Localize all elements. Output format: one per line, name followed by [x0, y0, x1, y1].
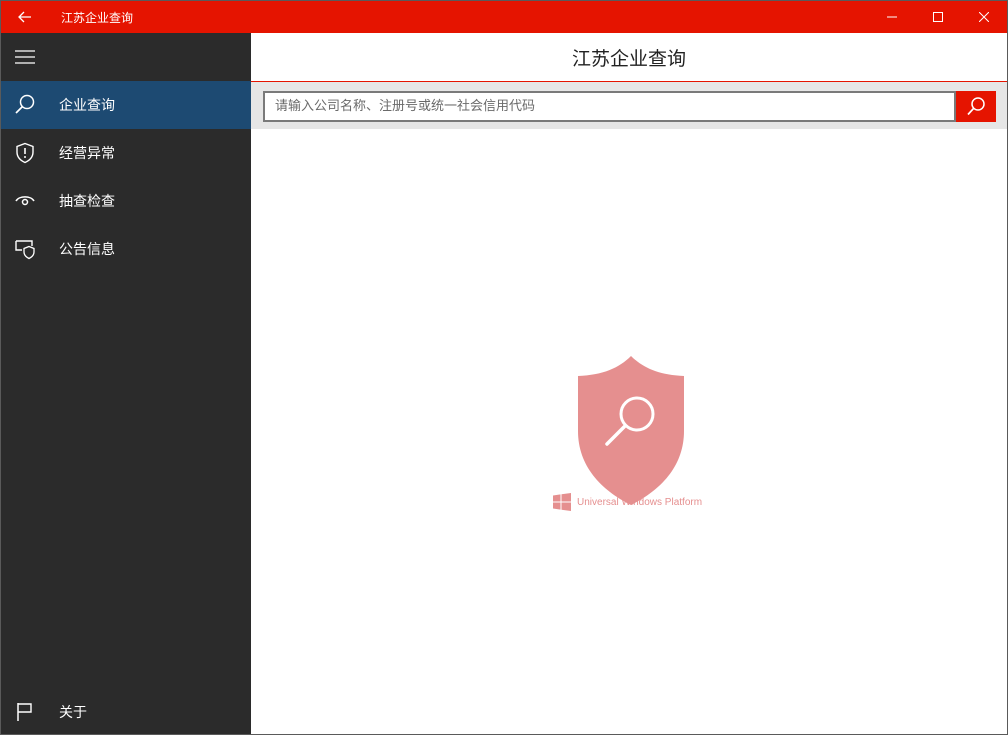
navigation-pane: 企业查询 经营异常 抽查检查 公告信息 关于	[1, 33, 251, 734]
hamburger-menu-button[interactable]	[1, 33, 49, 81]
title-bar: 江苏企业查询	[1, 1, 1007, 33]
windows-logo-icon	[553, 493, 571, 511]
logo-caption: Universal Windows Platform	[553, 491, 702, 513]
back-button[interactable]	[1, 1, 49, 33]
nav-item-company-search[interactable]: 企业查询	[1, 81, 251, 129]
shield-search-logo-icon	[578, 356, 684, 505]
minimize-button[interactable]	[869, 1, 915, 33]
nav-item-label: 经营异常	[59, 146, 115, 162]
hamburger-icon	[15, 50, 35, 64]
nav-item-label: 公告信息	[59, 242, 115, 258]
nav-item-label: 关于	[59, 705, 87, 721]
window-controls	[869, 1, 1007, 33]
shield-alert-icon	[1, 129, 49, 177]
close-button[interactable]	[961, 1, 1007, 33]
maximize-button[interactable]	[915, 1, 961, 33]
search-button[interactable]	[956, 91, 996, 122]
close-icon	[979, 12, 989, 22]
search-bar	[251, 82, 1007, 129]
nav-item-spot-check[interactable]: 抽查检查	[1, 177, 251, 225]
page-title: 江苏企业查询	[251, 33, 1007, 82]
nav-item-business-abnormal[interactable]: 经营异常	[1, 129, 251, 177]
nav-item-label: 抽查检查	[59, 194, 115, 210]
back-arrow-icon	[18, 11, 31, 23]
app-window: 江苏企业查询 企业查询 经营异常 抽查检查 公告信息 关于 江苏企业查询 请输入…	[0, 0, 1008, 735]
search-icon	[967, 96, 985, 115]
main-content: 江苏企业查询 Universal Windows Platform	[251, 33, 1007, 734]
eye-icon	[1, 177, 49, 225]
window-title: 江苏企业查询	[61, 10, 134, 25]
search-input[interactable]	[263, 91, 956, 122]
nav-item-announcements[interactable]: 公告信息	[1, 225, 251, 273]
nav-item-label: 企业查询	[59, 98, 115, 114]
search-icon	[1, 81, 49, 129]
logo-caption-text: Universal Windows Platform	[577, 496, 703, 508]
nav-footer: 关于	[1, 688, 251, 734]
minimize-icon	[887, 16, 897, 18]
announcement-shield-icon	[1, 225, 49, 273]
nav-item-about[interactable]: 关于	[1, 688, 251, 734]
flag-icon	[1, 688, 49, 734]
maximize-icon	[933, 12, 943, 22]
